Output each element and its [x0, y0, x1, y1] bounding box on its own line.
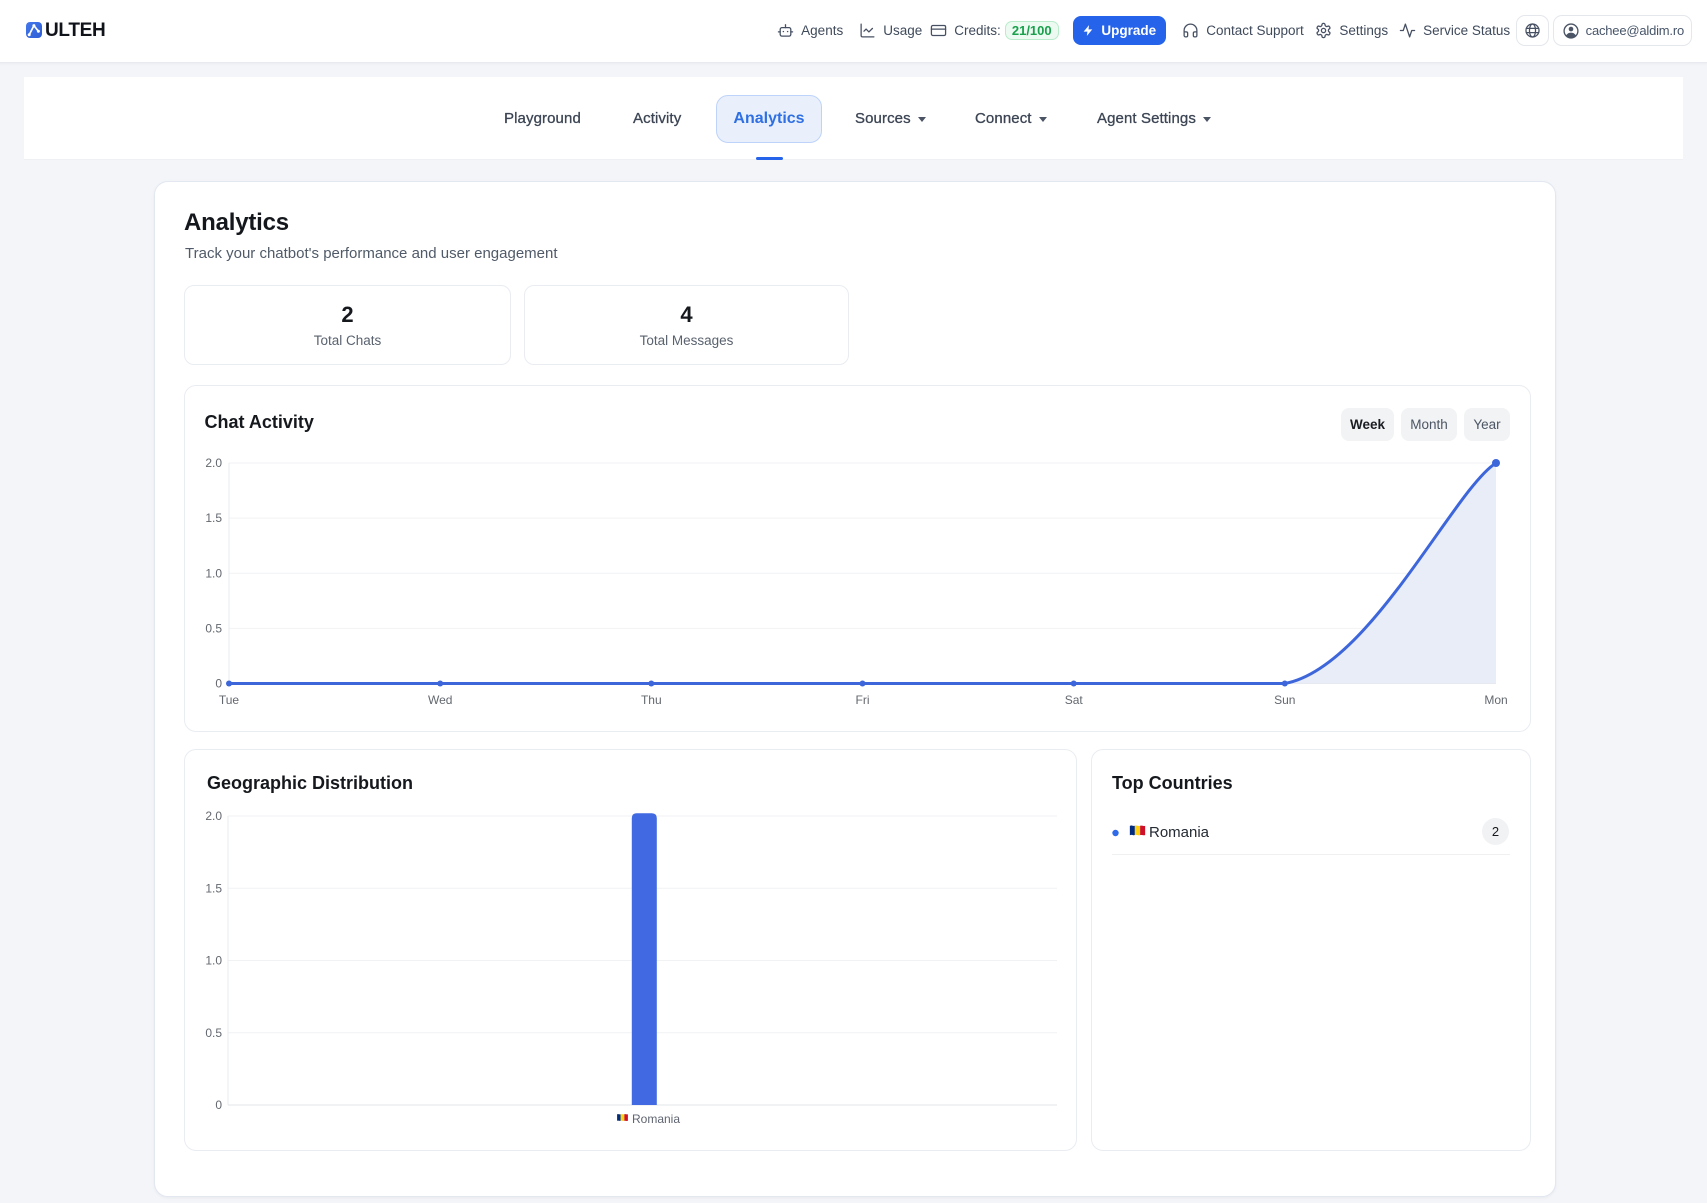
svg-text:1.0: 1.0 — [205, 566, 222, 580]
svg-text:Thu: Thu — [641, 693, 662, 707]
svg-text:Tue: Tue — [219, 693, 240, 707]
svg-text:0.5: 0.5 — [205, 621, 222, 635]
svg-text:Fri: Fri — [856, 693, 870, 707]
svg-text:1.0: 1.0 — [205, 954, 222, 968]
svg-text:Sat: Sat — [1065, 693, 1084, 707]
svg-text:0: 0 — [215, 1098, 222, 1112]
svg-text:0: 0 — [215, 676, 222, 690]
svg-text:Romania: Romania — [632, 1112, 680, 1126]
svg-text:2.0: 2.0 — [205, 456, 222, 470]
svg-text:Mon: Mon — [1484, 693, 1507, 707]
svg-text:Wed: Wed — [428, 693, 452, 707]
svg-text:Sun: Sun — [1274, 693, 1295, 707]
svg-text:2.0: 2.0 — [205, 809, 222, 823]
svg-text:0.5: 0.5 — [205, 1026, 222, 1040]
svg-text:1.5: 1.5 — [205, 511, 222, 525]
svg-text:1.5: 1.5 — [205, 881, 222, 895]
